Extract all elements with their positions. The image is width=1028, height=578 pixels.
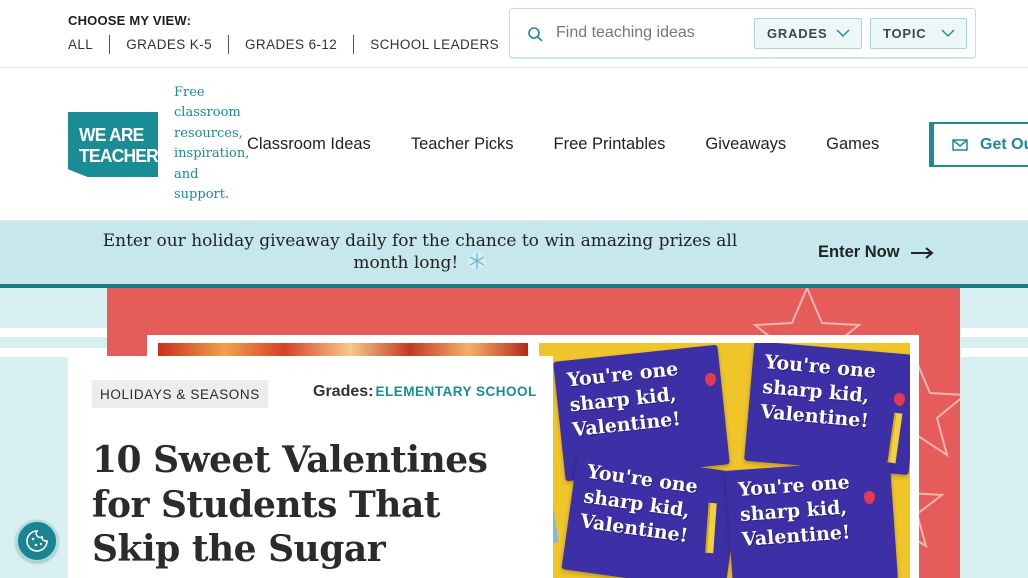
view-switcher: ALL GRADES K-5 GRADES 6-12 SCHOOL LEADER…	[68, 35, 515, 54]
topic-select-label: TOPIC	[883, 26, 927, 41]
valentine-card: You're one sharp kid, Valentine!	[744, 343, 910, 475]
view-link-school-leaders[interactable]: SCHOOL LEADERS	[353, 35, 515, 54]
grades-value-link[interactable]: ELEMENTARY SCHOOL	[375, 384, 536, 399]
envelope-icon	[952, 138, 968, 151]
cookie-icon	[26, 530, 48, 552]
main-header: WE ARE TEACHERS Free classroom resources…	[0, 68, 1028, 221]
valentine-card: You're one sharp kid, Valentine!	[725, 459, 898, 578]
grades-select[interactable]: GRADES	[754, 18, 862, 49]
nav-item-classroom-ideas[interactable]: Classroom Ideas	[247, 135, 371, 154]
nav-item-teacher-picks[interactable]: Teacher Picks	[411, 135, 514, 154]
article-title[interactable]: 10 Sweet Valentines for Students That Sk…	[92, 438, 532, 572]
featured-article-card: HOLIDAYS & SEASONS Grades: ELEMENTARY SC…	[68, 356, 553, 578]
main-nav: Classroom Ideas Teacher Picks Free Print…	[247, 68, 919, 221]
logo-line-2: TEACHERS	[79, 145, 170, 166]
valentine-card-text: You're one sharp kid, Valentine!	[566, 357, 682, 442]
newsletter-button[interactable]: Get Our Newsletters	[929, 122, 1028, 167]
chevron-down-icon	[836, 29, 850, 37]
newsletter-button-label: Get Our Newsletters	[980, 135, 1028, 153]
grades-label: Grades:	[313, 383, 374, 400]
valentine-card-text: You're one sharp kid, Valentine!	[737, 471, 852, 551]
hero-photo-valentine-cards: You're one sharp kid, Valentine! You're …	[539, 343, 910, 578]
logo-line-1: WE ARE	[79, 124, 144, 145]
view-link-grades-6-12[interactable]: GRADES 6-12	[228, 35, 353, 54]
topic-select[interactable]: TOPIC	[870, 18, 967, 49]
banner-message-wrap: Enter our holiday giveaway daily for the…	[88, 231, 752, 273]
search-bar: GRADES TOPIC	[509, 8, 976, 58]
grades-info: Grades: ELEMENTARY SCHOOL	[313, 383, 537, 401]
enter-now-link[interactable]: Enter Now	[818, 243, 934, 262]
search-input[interactable]	[556, 21, 756, 45]
arrow-right-icon	[910, 246, 934, 259]
banner-message: Enter our holiday giveaway daily for the…	[102, 231, 738, 273]
valentine-card-text: You're one sharp kid, Valentine!	[759, 351, 877, 433]
giveaway-banner: Enter our holiday giveaway daily for the…	[0, 221, 1028, 284]
nav-item-games[interactable]: Games	[826, 135, 879, 154]
snowflake-icon	[467, 252, 486, 270]
view-link-grades-k-5[interactable]: GRADES K-5	[109, 35, 228, 54]
chevron-down-icon	[941, 29, 955, 37]
site-tagline: Free classroom resources, inspiration, a…	[174, 85, 250, 203]
cookie-settings-button[interactable]	[16, 520, 58, 562]
enter-now-label: Enter Now	[818, 243, 900, 261]
view-link-all[interactable]: ALL	[68, 35, 109, 54]
logo-wordmark: WE ARE TEACHERS	[79, 124, 170, 166]
utility-bar: CHOOSE MY VIEW: ALL GRADES K-5 GRADES 6-…	[0, 0, 1028, 68]
nav-item-giveaways[interactable]: Giveaways	[705, 135, 786, 154]
choose-view-label: CHOOSE MY VIEW:	[68, 13, 192, 28]
search-icon[interactable]	[527, 26, 543, 42]
category-tag[interactable]: HOLIDAYS & SEASONS	[92, 380, 268, 408]
nav-item-free-printables[interactable]: Free Printables	[554, 135, 666, 154]
grades-select-label: GRADES	[767, 26, 828, 41]
